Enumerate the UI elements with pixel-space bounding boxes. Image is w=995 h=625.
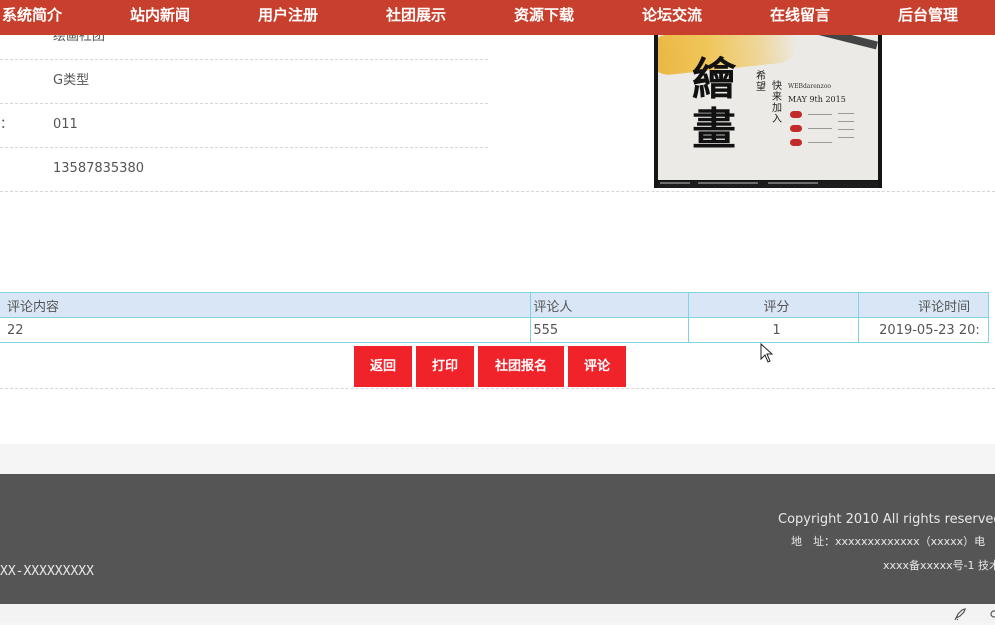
- info-divider: [0, 191, 995, 192]
- club-number-value: 011: [53, 117, 78, 132]
- poster-text-line: [808, 128, 832, 129]
- poster-text-line: [808, 114, 832, 115]
- poster-vertical-text: 希望: [756, 71, 766, 93]
- poster-dot: [790, 125, 802, 132]
- info-label: ：: [0, 117, 14, 132]
- poster-text-line: [838, 129, 854, 130]
- footer-copyright: Copyright 2010 All rights reserved 助: [778, 512, 995, 527]
- poster-dot: [790, 111, 802, 118]
- comments-table-header: 评论内容 评论人 评分 评论时间: [0, 292, 989, 318]
- comment-time-cell: 2019-05-23 20:: [858, 317, 989, 343]
- comment-content-cell: 22: [0, 317, 532, 343]
- footer-address: 地 址：xxxxxxxxxxxxx（xxxxx）电: [791, 535, 986, 548]
- table-row: 22 555 1 2019-05-23 20:: [0, 317, 989, 343]
- site-footer: Copyright 2010 All rights reserved 助 地 址…: [0, 474, 995, 604]
- info-row-club-number: ： 011: [0, 103, 488, 148]
- column-header-content: 评论内容: [0, 292, 532, 318]
- nav-item-register[interactable]: 用户注册: [258, 0, 318, 35]
- top-nav: 系统简介 站内新闻 用户注册 社团展示 资源下载 论坛交流 在线留言 后台管理: [0, 0, 995, 35]
- nav-item-messages[interactable]: 在线留言: [770, 0, 830, 35]
- poster-canvas: 繪畫 希望 快来加入 WEBdarenzoo MAY 9th 2015: [658, 35, 878, 180]
- column-header-author: 评论人: [530, 292, 689, 318]
- nav-item-news[interactable]: 站内新闻: [130, 0, 190, 35]
- print-button[interactable]: 打印: [416, 346, 474, 387]
- buttons-divider: [0, 388, 995, 389]
- nav-item-downloads[interactable]: 资源下载: [514, 0, 574, 35]
- back-button[interactable]: 返回: [354, 346, 412, 387]
- comments-table: 评论内容 评论人 评分 评论时间 22 555 1 2019-05-23 20:: [0, 292, 989, 343]
- bottom-strip: [0, 604, 995, 622]
- poster-text-line: [838, 113, 854, 114]
- comment-author-cell: 555: [530, 317, 689, 343]
- mouse-cursor-icon: [760, 343, 774, 363]
- nav-item-clubs[interactable]: 社团展示: [386, 0, 446, 35]
- info-row-club-type: G类型: [0, 59, 488, 104]
- comment-score-cell: 1: [687, 317, 860, 343]
- column-header-score: 评分: [687, 292, 860, 318]
- poster-small-text: WEBdarenzoo: [788, 83, 832, 90]
- poster-text-line: [838, 121, 854, 122]
- poster-footer-text: [660, 182, 690, 184]
- poster-footer-strip: [658, 181, 878, 188]
- poster-date: MAY 9th 2015: [788, 95, 846, 104]
- poster-text-line: [808, 142, 832, 143]
- phone-value: 13587835380: [53, 161, 144, 176]
- club-type-value: G类型: [53, 73, 90, 88]
- nav-item-intro[interactable]: 系统简介: [2, 0, 62, 35]
- rocket-icon[interactable]: [952, 607, 968, 621]
- poster-text-line: [838, 137, 854, 138]
- poster-footer-text: [768, 182, 818, 184]
- nav-item-admin[interactable]: 后台管理: [898, 0, 958, 35]
- club-signup-button[interactable]: 社团报名: [478, 346, 564, 387]
- poster-title: 繪畫: [692, 54, 738, 155]
- poster-vertical-text: 快来加入: [772, 81, 782, 125]
- poster-footer-text: [698, 182, 758, 184]
- poster-dot: [790, 139, 802, 146]
- club-poster-image: 繪畫 希望 快来加入 WEBdarenzoo MAY 9th 2015: [654, 35, 882, 188]
- comment-button[interactable]: 评论: [568, 346, 626, 387]
- poster-brush-handle: [808, 35, 878, 50]
- club-name-value: 绘画社团: [53, 35, 106, 44]
- club-detail-content: 绘画社团 G类型 ： 011 13587835380 繪畫 希望 快来加入 WE…: [0, 35, 995, 444]
- more-icon[interactable]: [986, 607, 995, 621]
- footer-icp: xxxx备xxxxx号-1 技术: [883, 559, 995, 572]
- column-header-time: 评论时间: [858, 292, 989, 318]
- info-row-club-name: 绘画社团: [0, 35, 488, 60]
- info-row-phone: 13587835380: [0, 147, 488, 192]
- footer-left-text: XX-XXXXXXXXX: [0, 564, 94, 579]
- nav-item-forum[interactable]: 论坛交流: [642, 0, 702, 35]
